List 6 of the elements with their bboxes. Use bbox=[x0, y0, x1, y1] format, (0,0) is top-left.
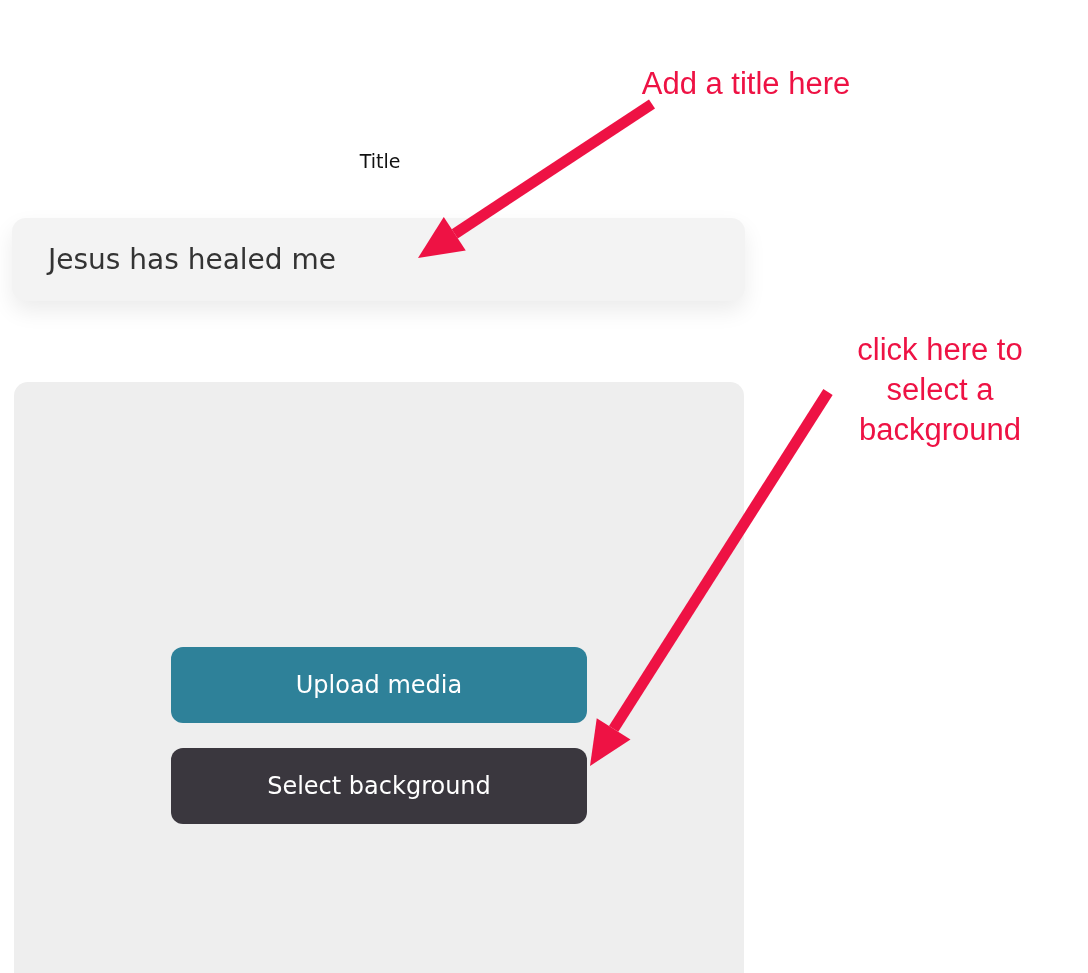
upload-button[interactable]: Upload media bbox=[171, 647, 587, 723]
field-label: Title bbox=[358, 150, 402, 172]
annotation-text: Add a title here bbox=[640, 65, 852, 103]
annotation-text: click here to select a background bbox=[856, 331, 1024, 449]
background-button[interactable]: Select background bbox=[171, 748, 587, 824]
title-field[interactable]: Jesus has healed me bbox=[12, 218, 745, 301]
